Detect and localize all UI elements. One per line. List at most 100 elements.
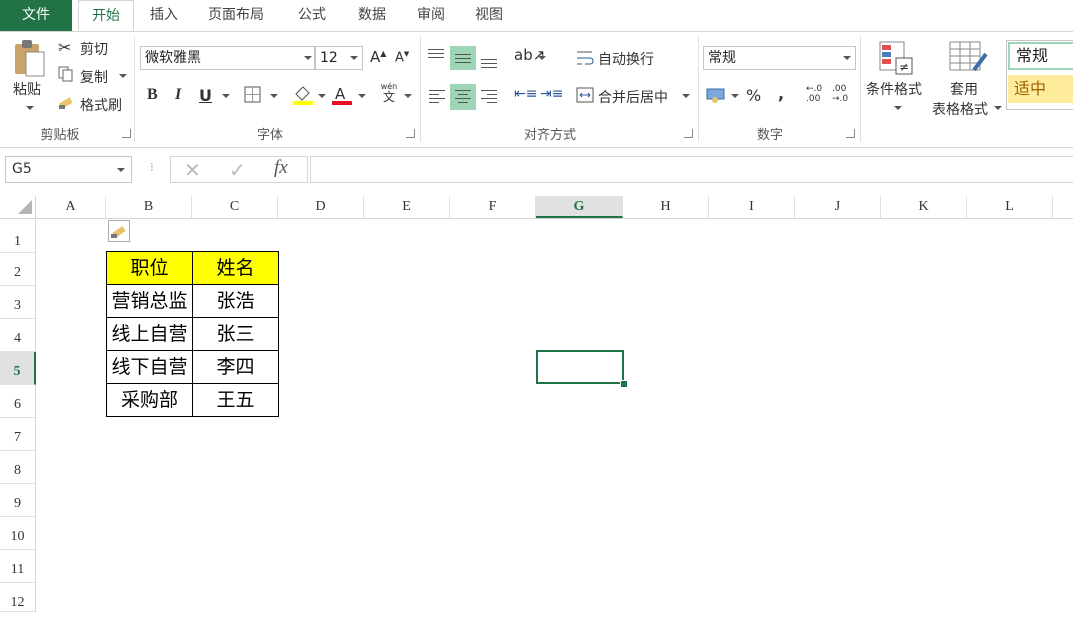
style-normal[interactable]: 常规 bbox=[1008, 42, 1073, 70]
tab-view[interactable]: 视图 bbox=[464, 0, 514, 31]
row-header-7[interactable]: 7 bbox=[0, 418, 36, 451]
row-header-8[interactable]: 8 bbox=[0, 451, 36, 484]
decrease-indent-icon[interactable]: ⇤≡ bbox=[514, 86, 537, 102]
table-cell[interactable]: 张浩 bbox=[192, 284, 279, 318]
tab-data[interactable]: 数据 bbox=[346, 0, 398, 31]
paste-button[interactable]: 粘贴 bbox=[13, 79, 41, 99]
number-format-combo[interactable]: 常规 bbox=[703, 46, 856, 70]
enter-icon[interactable]: ✓ bbox=[229, 158, 246, 182]
row-header-6[interactable]: 6 bbox=[0, 385, 36, 418]
paste-dropdown-icon[interactable] bbox=[26, 106, 34, 110]
orientation-dropdown-icon[interactable] bbox=[538, 56, 546, 60]
format-as-table-label-1[interactable]: 套用 bbox=[950, 79, 978, 99]
format-as-table-icon[interactable] bbox=[948, 40, 988, 76]
formula-bar-grip-icon[interactable]: ⁝ bbox=[150, 160, 154, 174]
copy-icon[interactable] bbox=[58, 66, 74, 82]
tab-review[interactable]: 审阅 bbox=[406, 0, 456, 31]
select-all-button[interactable] bbox=[0, 196, 36, 218]
scissors-icon[interactable]: ✂ bbox=[58, 38, 71, 57]
percent-button[interactable]: % bbox=[746, 86, 761, 105]
italic-button[interactable]: I bbox=[175, 86, 181, 104]
font-size-dropdown-icon[interactable] bbox=[350, 56, 358, 60]
column-header-a[interactable]: A bbox=[36, 196, 106, 218]
merge-center-button[interactable]: 合并后居中 bbox=[598, 87, 668, 107]
comma-button[interactable]: , bbox=[778, 84, 784, 103]
conditional-formatting-icon[interactable]: ≠ bbox=[878, 40, 914, 76]
conditional-formatting-button[interactable]: 条件格式 bbox=[866, 79, 922, 99]
tab-page-layout[interactable]: 页面布局 bbox=[196, 0, 276, 31]
underline-button[interactable]: U bbox=[199, 86, 212, 105]
paste-icon[interactable] bbox=[12, 38, 46, 78]
column-header-c[interactable]: C bbox=[192, 196, 278, 218]
merge-dropdown-icon[interactable] bbox=[682, 94, 690, 98]
clipboard-launcher-icon[interactable] bbox=[122, 129, 131, 138]
align-left-icon[interactable] bbox=[429, 90, 445, 106]
table-cell[interactable]: 线下自营 bbox=[106, 350, 193, 384]
orientation-icon[interactable]: ab↗ bbox=[514, 46, 545, 64]
align-right-icon[interactable] bbox=[481, 90, 497, 106]
paste-options-icon[interactable] bbox=[108, 220, 130, 242]
font-launcher-icon[interactable] bbox=[406, 129, 415, 138]
table-cell[interactable]: 采购部 bbox=[106, 383, 193, 417]
font-name-combo[interactable]: 微软雅黑 bbox=[140, 46, 315, 70]
tab-file[interactable]: 文件 bbox=[0, 0, 72, 31]
wrap-text-icon[interactable] bbox=[576, 49, 594, 67]
selected-cell-g5[interactable] bbox=[536, 350, 624, 384]
column-header-g[interactable]: G bbox=[536, 196, 623, 218]
font-color-icon[interactable]: A bbox=[331, 84, 353, 106]
column-header-l[interactable]: L bbox=[967, 196, 1053, 218]
cut-button[interactable]: 剪切 bbox=[80, 39, 108, 59]
tab-home[interactable]: 开始 bbox=[78, 0, 134, 31]
table-header-position[interactable]: 职位 bbox=[106, 251, 193, 285]
phonetic-dropdown-icon[interactable] bbox=[404, 94, 412, 98]
currency-icon[interactable] bbox=[706, 86, 726, 104]
cancel-icon[interactable]: ✕ bbox=[184, 158, 201, 182]
row-header-4[interactable]: 4 bbox=[0, 319, 36, 352]
fill-color-icon[interactable] bbox=[292, 84, 314, 106]
table-cell[interactable]: 王五 bbox=[192, 383, 279, 417]
copy-dropdown-icon[interactable] bbox=[119, 74, 127, 78]
column-header-j[interactable]: J bbox=[795, 196, 881, 218]
decrease-font-icon[interactable]: A▼ bbox=[395, 50, 409, 65]
table-cell[interactable]: 李四 bbox=[192, 350, 279, 384]
align-center-icon[interactable] bbox=[455, 90, 471, 106]
row-header-12[interactable]: 12 bbox=[0, 583, 36, 612]
borders-dropdown-icon[interactable] bbox=[270, 94, 278, 98]
row-header-2[interactable]: 2 bbox=[0, 253, 36, 286]
format-as-table-label-2[interactable]: 表格格式 bbox=[932, 99, 988, 119]
format-as-table-dropdown-icon[interactable] bbox=[994, 106, 1002, 110]
row-header-11[interactable]: 11 bbox=[0, 550, 36, 583]
column-header-h[interactable]: H bbox=[623, 196, 709, 218]
column-header-d[interactable]: D bbox=[278, 196, 364, 218]
column-header-e[interactable]: E bbox=[364, 196, 450, 218]
row-header-5[interactable]: 5 bbox=[0, 352, 36, 385]
fill-color-dropdown-icon[interactable] bbox=[318, 94, 326, 98]
align-top-icon[interactable] bbox=[428, 49, 444, 61]
table-cell[interactable]: 营销总监 bbox=[106, 284, 193, 318]
borders-icon[interactable] bbox=[244, 86, 262, 104]
row-header-1[interactable]: 1 bbox=[0, 220, 36, 253]
column-header-b[interactable]: B bbox=[106, 196, 192, 218]
merge-center-icon[interactable] bbox=[576, 86, 594, 104]
column-header-f[interactable]: F bbox=[450, 196, 536, 218]
align-middle-icon[interactable] bbox=[455, 54, 471, 66]
tab-formulas[interactable]: 公式 bbox=[286, 0, 338, 31]
table-cell[interactable]: 张三 bbox=[192, 317, 279, 351]
copy-button[interactable]: 复制 bbox=[80, 67, 108, 87]
row-header-3[interactable]: 3 bbox=[0, 286, 36, 319]
alignment-launcher-icon[interactable] bbox=[684, 129, 693, 138]
name-box-dropdown-icon[interactable] bbox=[117, 168, 125, 172]
row-header-9[interactable]: 9 bbox=[0, 484, 36, 517]
underline-dropdown-icon[interactable] bbox=[222, 94, 230, 98]
style-neutral[interactable]: 适中 bbox=[1008, 75, 1073, 103]
increase-decimal-icon[interactable]: ←.0.00 bbox=[806, 84, 826, 104]
fill-handle[interactable] bbox=[620, 380, 628, 388]
align-bottom-icon[interactable] bbox=[481, 59, 497, 71]
font-color-dropdown-icon[interactable] bbox=[358, 94, 366, 98]
decrease-decimal-icon[interactable]: .00 →.0 bbox=[832, 84, 854, 104]
increase-indent-icon[interactable]: ⇥≡ bbox=[540, 86, 563, 102]
tab-insert[interactable]: 插入 bbox=[140, 0, 188, 31]
number-launcher-icon[interactable] bbox=[846, 129, 855, 138]
increase-font-icon[interactable]: A▲ bbox=[370, 48, 386, 66]
number-format-dropdown-icon[interactable] bbox=[843, 56, 851, 60]
